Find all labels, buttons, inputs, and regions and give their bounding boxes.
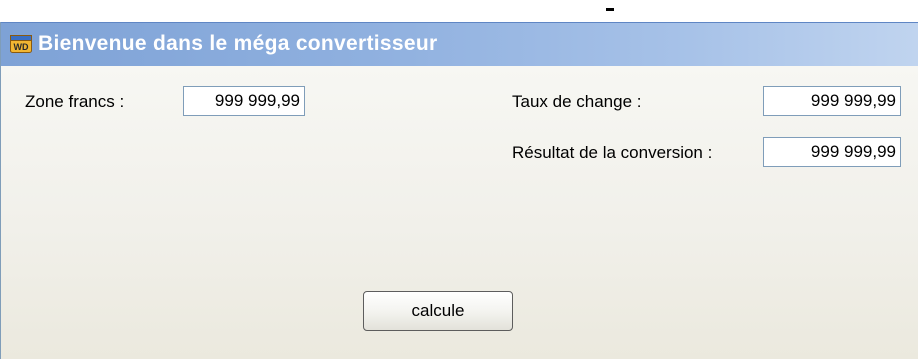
windev-wd-icon: WD [10, 35, 32, 53]
converter-window: WD Bienvenue dans le méga convertisseur … [0, 22, 918, 359]
taux-de-change-field[interactable] [763, 86, 901, 116]
zone-francs-field[interactable] [183, 86, 305, 116]
zone-francs-label: Zone francs : [25, 92, 125, 111]
title-bar[interactable]: WD Bienvenue dans le méga convertisseur [1, 22, 918, 66]
svg-text:WD: WD [14, 42, 29, 52]
desktop-strip [0, 0, 918, 22]
calcule-button[interactable]: calcule [363, 291, 513, 331]
resultat-conversion-label: Résultat de la conversion : [512, 143, 713, 162]
desktop-mark [606, 8, 614, 11]
window-title: Bienvenue dans le méga convertisseur [38, 32, 438, 55]
taux-de-change-label: Taux de change : [512, 92, 642, 111]
resultat-conversion-field[interactable] [763, 137, 901, 167]
